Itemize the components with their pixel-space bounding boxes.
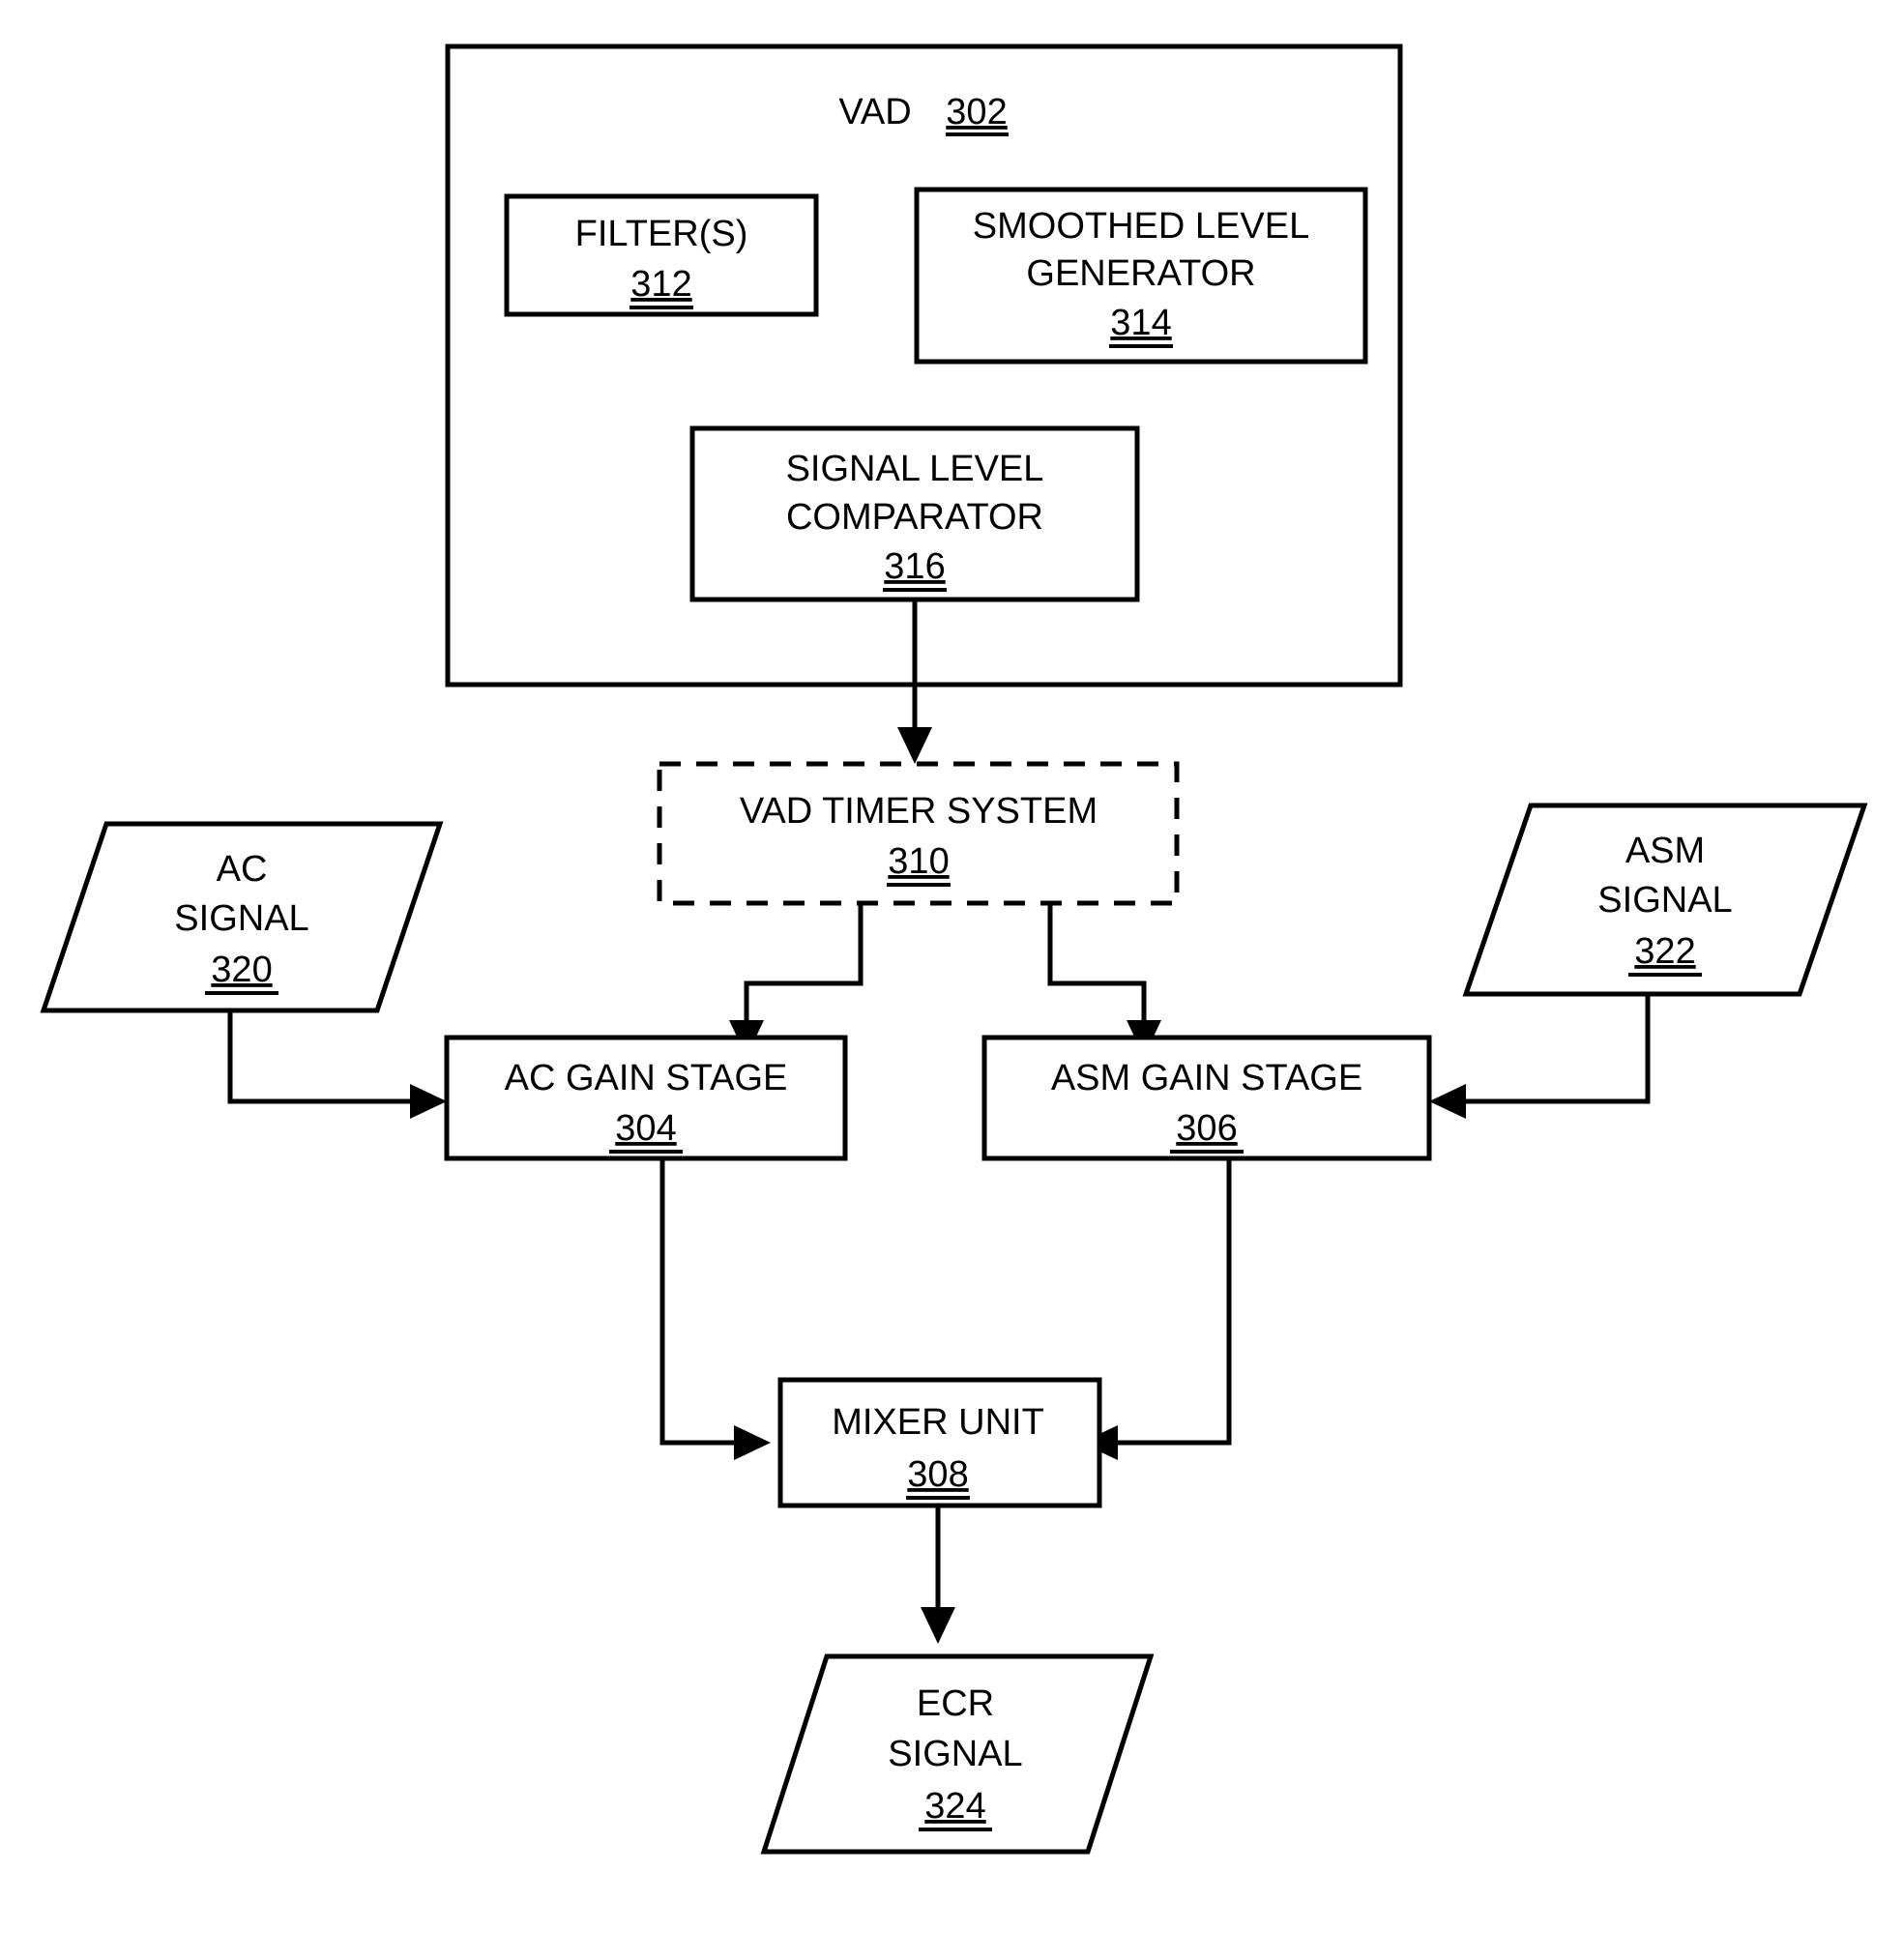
asm-signal-ref: 322 bbox=[1634, 931, 1695, 972]
connector-asm-gain-to-mixer bbox=[1102, 1158, 1232, 1446]
asm-signal-label-line1: ASM bbox=[1625, 831, 1705, 871]
smoothed-level-generator-label-line2: GENERATOR bbox=[1026, 253, 1255, 294]
ecr-signal-ref: 324 bbox=[924, 1786, 985, 1827]
arrowhead-ac-gain-to-mixer bbox=[734, 1425, 771, 1460]
vad-container-label: VAD bbox=[838, 92, 911, 132]
connector-asm-signal-to-asm-gain bbox=[1450, 994, 1651, 1104]
ac-signal-ref: 320 bbox=[211, 950, 272, 990]
asm-gain-stage-label-line1: ASM GAIN STAGE bbox=[1051, 1058, 1362, 1098]
ecr-signal-label-line1: ECR bbox=[917, 1683, 994, 1724]
connector-ac-signal-to-ac-gain bbox=[227, 1010, 425, 1104]
connector-timer-to-asm-gain bbox=[1047, 903, 1147, 1039]
asm-gain-stage-ref: 306 bbox=[1176, 1108, 1237, 1149]
patent-figure-diagram: VAD 302 FILTER(S) 312 SMOOTHED LEVEL GEN… bbox=[0, 0, 1903, 1960]
signal-level-comparator-label-line2: COMPARATOR bbox=[786, 497, 1043, 538]
signal-level-comparator-ref: 316 bbox=[884, 546, 945, 587]
filters-label-line1: FILTER(S) bbox=[575, 214, 748, 254]
vad-timer-system-ref: 310 bbox=[888, 841, 949, 882]
ac-gain-stage-label-line1: AC GAIN STAGE bbox=[505, 1058, 788, 1098]
arrowhead-mixer-to-ecr bbox=[921, 1607, 955, 1644]
connector-ac-gain-to-mixer bbox=[659, 1158, 749, 1446]
mixer-unit-label-line1: MIXER UNIT bbox=[832, 1402, 1044, 1443]
smoothed-level-generator-ref: 314 bbox=[1110, 303, 1171, 343]
ecr-signal-label-line2: SIGNAL bbox=[888, 1734, 1022, 1774]
smoothed-level-generator-label-line1: SMOOTHED LEVEL bbox=[973, 206, 1309, 247]
vad-timer-system-box[interactable] bbox=[657, 761, 1180, 906]
arrowhead-comparator-to-timer bbox=[897, 727, 932, 764]
arrowhead-ac-signal-to-ac-gain bbox=[410, 1084, 447, 1119]
mixer-unit-ref: 308 bbox=[907, 1454, 968, 1495]
ac-gain-stage-ref: 304 bbox=[615, 1108, 676, 1149]
diagram-canvas: VAD 302 FILTER(S) 312 SMOOTHED LEVEL GEN… bbox=[40, 44, 1868, 1855]
vad-container-ref: 302 bbox=[946, 92, 1007, 132]
ac-signal-label-line2: SIGNAL bbox=[174, 898, 308, 939]
signal-level-comparator-label-line1: SIGNAL LEVEL bbox=[786, 449, 1044, 489]
connector-timer-to-ac-gain bbox=[744, 903, 864, 1039]
asm-signal-label-line2: SIGNAL bbox=[1597, 880, 1732, 921]
filters-ref: 312 bbox=[630, 264, 691, 305]
vad-timer-system-label-line1: VAD TIMER SYSTEM bbox=[740, 791, 1098, 832]
ac-signal-label-line1: AC bbox=[217, 849, 268, 890]
arrowhead-asm-signal-to-asm-gain bbox=[1429, 1084, 1466, 1119]
